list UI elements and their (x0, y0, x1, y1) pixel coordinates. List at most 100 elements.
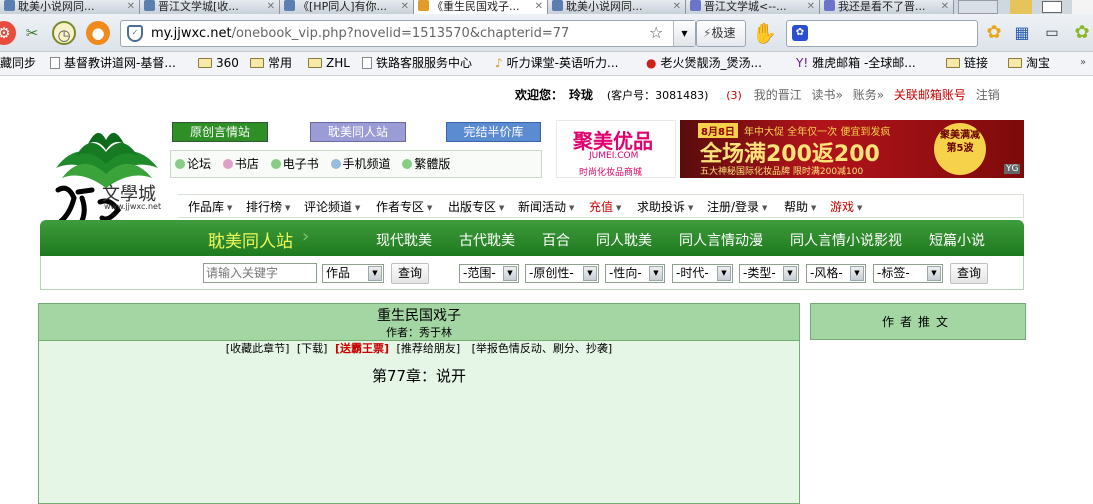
menu-help[interactable]: 帮助 ▼ (784, 195, 816, 220)
minimize-icon[interactable] (1072, 0, 1093, 14)
search-type-select[interactable]: 作品 ▼ (322, 264, 384, 283)
search-engine-box[interactable]: ✿ (786, 20, 978, 47)
ebook-link[interactable]: 电子书 (270, 157, 319, 171)
account-link[interactable]: 账务» (853, 88, 884, 102)
close-tab-icon[interactable]: ✕ (267, 0, 275, 13)
recommend-link[interactable]: [推荐给朋友] (397, 342, 461, 355)
channel-fanfic-danmei[interactable]: 同人耽美 (596, 230, 652, 250)
half-price-button[interactable]: 完结半价库 (446, 122, 541, 142)
bookmark-item[interactable]: Y! 雅虎邮箱 -全球邮... (796, 52, 916, 74)
close-tab-icon[interactable]: ✕ (807, 0, 815, 13)
filter-era[interactable]: -时代- ▼ (672, 264, 733, 283)
channel-fanfic-anime[interactable]: 同人言情动漫 (679, 230, 763, 250)
hand-icon[interactable]: ✋ (752, 21, 777, 45)
customer-id: (客户号：3081483) (606, 89, 709, 102)
message-count[interactable]: (3) (726, 89, 742, 102)
menu-help-request[interactable]: 求助投诉 ▼ (637, 195, 693, 220)
browser-tab-active[interactable]: 《重生民国戏子... ✕ (414, 0, 548, 14)
paw-icon[interactable]: ✿ (982, 21, 1006, 45)
extension-icon[interactable]: ✿ (1070, 21, 1093, 45)
menu-authors[interactable]: 作者专区 ▼ (376, 195, 432, 220)
danmei-site-button[interactable]: 耽美同人站 (310, 122, 406, 142)
chevron-down-icon[interactable]: ▼ (673, 21, 695, 46)
url-text[interactable]: my.jjwxc.net/onebook_vip.php?novelid=151… (151, 26, 569, 41)
menu-games[interactable]: 游戏 ▼ (830, 195, 862, 220)
channel-ancient[interactable]: 古代耽美 (459, 230, 515, 250)
reading-link[interactable]: 读书» (812, 88, 843, 102)
browser-tab[interactable]: 晋江文学城<--... ✕ (686, 0, 820, 14)
menu-works[interactable]: 作品库 ▼ (188, 195, 232, 220)
keyword-input[interactable] (203, 263, 317, 283)
menu-reviews[interactable]: 评论频道 ▼ (304, 195, 360, 220)
browser-tab[interactable]: 晋江文学城[收... ✕ (140, 0, 280, 14)
menu-publishing[interactable]: 出版专区 ▼ (448, 195, 504, 220)
channel-short[interactable]: 短篇小说 (929, 230, 985, 250)
download-link[interactable]: [下载] (297, 342, 328, 355)
mail-link[interactable]: 关联邮箱账号 (894, 88, 966, 102)
back-icon[interactable]: ⚙ (0, 21, 16, 45)
menu-news[interactable]: 新闻活动 ▼ (518, 195, 574, 220)
browser-tab[interactable]: 《[HP同人]有你... ✕ (280, 0, 414, 14)
filter-tag[interactable]: -标签- ▼ (873, 264, 943, 283)
tools-icon[interactable]: ✂ (20, 21, 44, 45)
close-tab-icon[interactable]: ✕ (535, 0, 543, 13)
bookmark-item[interactable]: 铁路客服服务中心 (362, 52, 472, 74)
browser-tab[interactable]: 耽美小说网同... ✕ (0, 0, 140, 14)
mail-icon[interactable] (1042, 1, 1062, 13)
report-link[interactable]: [举报色情反动、刷分、抄袭] (472, 342, 613, 355)
menu-icon[interactable]: ▭ (1040, 21, 1064, 45)
restore-icon[interactable] (1010, 0, 1032, 14)
bookmark-item[interactable]: ● 老火煲靓汤_煲汤... (646, 52, 762, 74)
address-bar[interactable]: ✓ my.jjwxc.net/onebook_vip.php?novelid=1… (120, 20, 696, 47)
menu-recharge[interactable]: 充值 ▼ (589, 195, 621, 220)
filter-orientation[interactable]: -性向- ▼ (605, 264, 665, 283)
browser-tab[interactable]: 我还是看不了晋... ✕ (820, 0, 954, 14)
logout-link[interactable]: 注销 (976, 88, 1000, 102)
promo-banner[interactable]: 8月8日 年中大促 全年仅一次 便宜到发疯 全场满200返200 五大神秘国际化… (680, 120, 1024, 178)
close-tab-icon[interactable]: ✕ (401, 0, 409, 13)
forum-link[interactable]: 论坛 (175, 157, 211, 171)
bookmark-folder[interactable]: 常用 (250, 52, 292, 74)
search-button[interactable]: 查询 (391, 263, 429, 284)
mobile-link[interactable]: 手机频道 (330, 157, 391, 171)
filter-search-button[interactable]: 查询 (950, 263, 988, 284)
close-tab-icon[interactable]: ✕ (941, 0, 949, 13)
menu-rankings[interactable]: 排行榜 ▼ (246, 195, 290, 220)
author-name[interactable]: 作者：秀于林 (39, 326, 799, 339)
bookstore-link[interactable]: 书店 (222, 157, 259, 171)
send-ticket-link[interactable]: [送霸王票] (335, 342, 389, 355)
channel-yuri[interactable]: 百合 (542, 230, 570, 250)
bookmark-folder[interactable]: 360 (198, 52, 239, 74)
bookmark-folder[interactable]: ZHL (308, 52, 350, 74)
channel-modern[interactable]: 现代耽美 (376, 230, 432, 250)
speed-mode-button[interactable]: ⚡极速 (696, 20, 746, 47)
filter-scope[interactable]: -范围- ▼ (459, 264, 519, 283)
filter-genre[interactable]: -类型- ▼ (739, 264, 799, 283)
close-tab-icon[interactable]: ✕ (127, 0, 135, 13)
close-tab-icon[interactable]: ✕ (673, 0, 681, 13)
romance-site-button[interactable]: 原创言情站 (172, 122, 268, 142)
bookmark-sync[interactable]: 藏同步 (0, 52, 36, 74)
bookmark-item[interactable]: ♪ 听力课堂-英语听力... (495, 52, 618, 74)
browser-tab[interactable]: 耽美小说网同... ✕ (548, 0, 686, 14)
bookmark-folder[interactable]: 淘宝 (1008, 52, 1050, 74)
book-title[interactable]: 重生民国戏子 (39, 306, 799, 326)
bookmark-chapter-link[interactable]: [收藏此章节] (226, 342, 290, 355)
traditional-link[interactable]: 繁體版 (402, 157, 450, 171)
jumei-ad[interactable]: 聚美优品 JUMEI.COM 时尚化妆品商城 (556, 120, 676, 178)
channel-title[interactable]: 耽美同人站 (208, 227, 293, 252)
filter-originality[interactable]: -原创性- ▼ (525, 264, 599, 283)
apps-icon[interactable]: ▦ (1010, 21, 1034, 45)
overflow-icon[interactable]: » (1080, 52, 1086, 74)
pumpkin-icon[interactable]: ● (86, 21, 110, 45)
bookmark-item[interactable]: 基督教讲道网-基督... (50, 52, 176, 74)
baidu-paw-icon[interactable]: ✿ (792, 25, 808, 41)
star-icon[interactable]: ☆ (649, 23, 663, 42)
clock-icon[interactable]: ◷ (52, 21, 76, 45)
channel-fanfic-film[interactable]: 同人言情小说影视 (790, 230, 902, 250)
menu-register-login[interactable]: 注册/登录 ▼ (707, 195, 767, 220)
my-jjwxc-link[interactable]: 我的晋江 (754, 88, 802, 102)
new-tab-button[interactable] (958, 0, 998, 14)
bookmark-folder[interactable]: 链接 (946, 52, 988, 74)
filter-style[interactable]: -风格- ▼ (806, 264, 866, 283)
